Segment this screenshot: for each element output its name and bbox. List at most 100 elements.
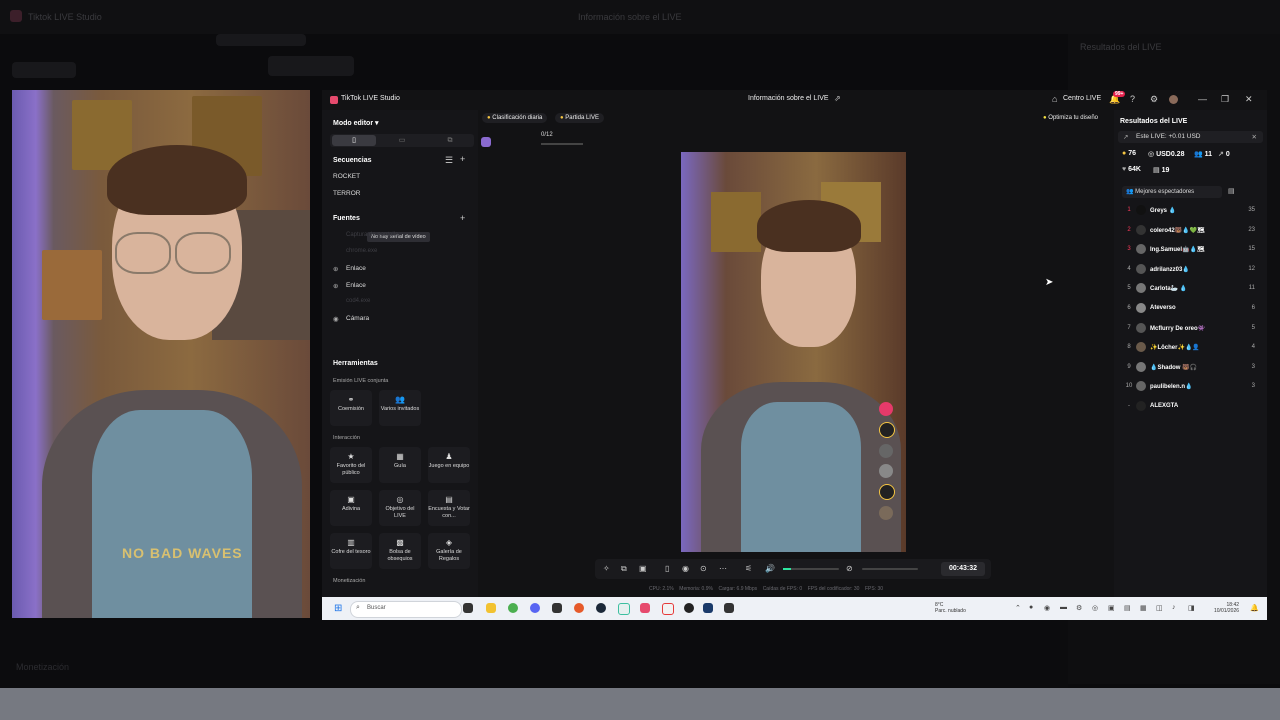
optimize-design-button[interactable]: ● Optimiza tu diseño (1038, 113, 1103, 123)
viewer-count: 11 (1248, 285, 1255, 292)
home-icon[interactable]: ⌂ (1052, 94, 1057, 104)
steam-icon[interactable] (596, 603, 606, 613)
list-view-icon[interactable]: ▤ (1228, 187, 1235, 195)
task-view-icon[interactable] (463, 603, 473, 613)
best-viewers-tab[interactable]: 👥 Mejores espectadores (1122, 186, 1222, 198)
tool-audience-favorite[interactable]: ★ Favorito del público (330, 447, 372, 483)
viewer-ranking-row[interactable]: 6 Ateverso 6 (1114, 302, 1267, 316)
live-info-link[interactable]: Información sobre el LIVE (748, 95, 829, 102)
tray-app-icon[interactable]: ◨ (1188, 604, 1195, 612)
viewer-ranking-row[interactable]: 9 💧Shadow 🐻🎧 3 (1114, 361, 1267, 375)
tray-chevron-icon[interactable]: ⌃ (1015, 604, 1021, 612)
app-icon[interactable] (618, 603, 630, 615)
capture-icon[interactable]: ⊙ (700, 564, 707, 573)
screen-icon[interactable]: ▣ (639, 564, 647, 573)
tool-live-goal[interactable]: ◎ Objetivo del LIVE (379, 490, 421, 526)
mic-slider[interactable] (862, 568, 918, 570)
speaker-icon[interactable]: ♪ (1172, 604, 1176, 611)
taskbar-clock[interactable]: 18:42 10/01/2026 (1214, 602, 1239, 614)
cohost-tool[interactable]: ⚭ Coemisión (330, 390, 372, 426)
live-center-button[interactable]: Centro LIVE (1063, 95, 1101, 102)
chrome-icon[interactable] (508, 603, 518, 613)
tray-app-icon[interactable]: ▣ (1108, 604, 1115, 612)
capcut-icon[interactable] (724, 603, 734, 613)
network-icon[interactable]: ◫ (1156, 604, 1163, 612)
file-explorer-icon[interactable] (486, 603, 496, 613)
taskbar-search[interactable]: ⌕ Buscar (350, 601, 462, 618)
share-icon[interactable]: ⇗ (834, 94, 841, 103)
avatar[interactable] (1169, 95, 1178, 104)
titlebar: TikTok LIVE Studio Información sobre el … (322, 90, 1267, 110)
list-icon[interactable]: ☰ (445, 155, 453, 166)
photoshop-icon[interactable] (703, 603, 713, 613)
minimize-icon[interactable]: — (1198, 94, 1207, 104)
viewer-ranking-row[interactable]: - ALEXGTA (1114, 400, 1267, 414)
help-icon[interactable]: ? (1130, 94, 1135, 104)
effects-icon[interactable]: ✧ (603, 564, 610, 573)
add-sequence-button[interactable]: + (460, 154, 465, 164)
source-item[interactable]: Cámara (346, 315, 369, 322)
viewer-ranking-row[interactable]: 4 adrilanzz03💧 12 (1114, 263, 1267, 277)
obs-icon[interactable] (684, 603, 694, 613)
tray-app-icon[interactable]: ⚙ (1076, 604, 1082, 612)
tool-poll[interactable]: ▤ Encuesta y Votar con... (428, 490, 470, 526)
browser-icon[interactable] (574, 603, 584, 613)
viewer-ranking-row[interactable]: 7 Mcflurry De oreo👾 5 (1114, 322, 1267, 336)
source-item-hidden[interactable]: cod4.exe (346, 298, 370, 304)
rank-number: 7 (1127, 324, 1131, 331)
tool-guess[interactable]: ▣ Adivina (330, 490, 372, 526)
close-earnings-icon[interactable]: ✕ (1252, 133, 1257, 141)
weather-widget[interactable]: 8°C Parc. nublado (935, 602, 966, 614)
phone-icon[interactable]: ▯ (665, 564, 669, 573)
tool-team-game[interactable]: ♟ Juego en equipo (428, 447, 470, 483)
app-icon[interactable] (552, 603, 562, 613)
volume-slider[interactable] (783, 568, 839, 570)
tray-app-icon[interactable]: ◎ (1092, 604, 1098, 612)
source-item[interactable]: Enlace (346, 282, 366, 289)
viewer-ranking-row[interactable]: 5 Carlota🦢 💧 11 (1114, 282, 1267, 296)
viewer-ranking-row[interactable]: 2 colero42🐻💧💚🗺 23 (1114, 224, 1267, 238)
volume-icon[interactable]: 🔊 (765, 564, 775, 573)
sequence-item[interactable]: ROCKET (333, 173, 360, 180)
background-app-logo (10, 10, 22, 22)
mode-editor-dropdown[interactable]: Modo editor ▾ (333, 119, 379, 127)
source-item-hidden[interactable]: chrome.exe (346, 248, 377, 254)
daily-ranking-chip[interactable]: ● Clasificación diaria (482, 113, 548, 123)
close-icon[interactable]: ✕ (1245, 94, 1253, 105)
more-icon[interactable]: ⋯ (719, 564, 727, 573)
discord-icon[interactable] (530, 603, 540, 613)
source-item[interactable]: Enlace (346, 265, 366, 272)
viewer-ranking-row[interactable]: 8 ✨Löcher✨💧👤 4 (1114, 341, 1267, 355)
maximize-icon[interactable]: ❐ (1221, 94, 1229, 105)
viewer-ranking-row[interactable]: 3 Ing.Samuel🤖💧🗺 15 (1114, 243, 1267, 257)
app-icon[interactable] (662, 603, 674, 615)
tray-app-icon[interactable]: ▤ (1124, 604, 1131, 612)
live-preview[interactable] (681, 152, 906, 552)
viewer-ranking-row[interactable]: 10 paulibelen.n💧 3 (1114, 380, 1267, 394)
vertical-mode-button[interactable]: ▯ (332, 135, 376, 146)
tray-app-icon[interactable]: ● (1029, 604, 1033, 611)
add-source-button[interactable]: + (460, 213, 465, 223)
tool-gift-gallery[interactable]: ◈ Galería de Regalos (428, 533, 470, 569)
mic-muted-icon[interactable]: ⊘ (846, 564, 853, 573)
notification-center-icon[interactable]: 🔔 (1250, 604, 1259, 612)
settings-icon[interactable]: ⚙ (1150, 94, 1158, 105)
horizontal-mode-button[interactable]: ▭ (380, 135, 424, 146)
mixer-icon[interactable]: ⚟ (745, 564, 752, 573)
dual-mode-button[interactable]: ⧉ (428, 135, 472, 146)
sequence-item[interactable]: TERROR (333, 190, 360, 197)
tray-app-icon[interactable]: ▬ (1060, 604, 1067, 611)
live-match-chip[interactable]: ● Partida LIVE (555, 113, 604, 123)
viewer-ranking-row[interactable]: 1 Greys 💧 35 (1114, 204, 1267, 218)
tray-app-icon[interactable]: ▦ (1140, 604, 1147, 612)
layout-icon[interactable]: ⧉ (621, 564, 627, 574)
tool-gift-bag[interactable]: ▩ Bolsa de obsequios (379, 533, 421, 569)
tool-guide[interactable]: ▦ Guía (379, 447, 421, 483)
source-item-hidden[interactable]: Captura de pantalla (346, 232, 398, 238)
windows-start-icon[interactable]: ⊞ (334, 603, 342, 614)
tool-treasure-chest[interactable]: ▥ Cofre del tesoro (330, 533, 372, 569)
tiktok-live-icon[interactable] (640, 603, 650, 613)
multi-guest-tool[interactable]: 👥 Varios invitados (379, 390, 421, 426)
record-icon[interactable]: ◉ (682, 564, 689, 573)
tray-app-icon[interactable]: ◉ (1044, 604, 1050, 612)
